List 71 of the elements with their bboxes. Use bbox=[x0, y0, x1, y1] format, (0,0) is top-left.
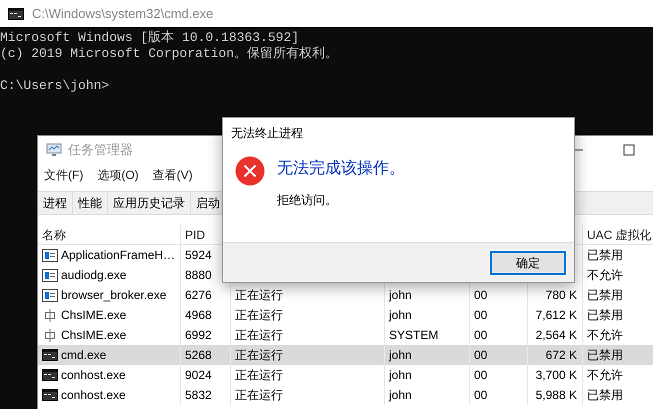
selected-row[interactable]: cmd.exe 5268 正在运行 john 00 672 K 已禁用 bbox=[38, 345, 653, 365]
console-icon bbox=[42, 348, 58, 362]
table-cell: 正在运行 bbox=[231, 305, 385, 325]
process-name: cmd.exe bbox=[61, 347, 106, 364]
window-title: C:\Windows\system32\cmd.exe bbox=[32, 4, 214, 23]
monitor-icon bbox=[46, 142, 62, 156]
error-heading: 无法完成该操作。 bbox=[277, 159, 405, 179]
table-cell: john bbox=[385, 365, 470, 385]
column-header[interactable]: 名称 bbox=[42, 226, 66, 244]
process-name: browser_broker.exe bbox=[61, 287, 166, 304]
column-header[interactable]: PID bbox=[185, 226, 206, 244]
table-cell: 不允许 bbox=[583, 365, 653, 385]
table-cell: 9024 bbox=[181, 365, 231, 385]
table-cell: 00 bbox=[470, 305, 528, 325]
ok-button[interactable]: 确定 bbox=[490, 250, 566, 274]
table-cell: 5832 bbox=[181, 385, 231, 405]
tab[interactable]: 应用历史记录 bbox=[108, 192, 191, 214]
table-cell: 00 bbox=[470, 285, 528, 305]
tab[interactable]: 进程 bbox=[38, 192, 73, 214]
table-cell: 正在运行 bbox=[231, 385, 385, 405]
maximize-icon[interactable] bbox=[623, 144, 635, 156]
process-name: audiodg.exe bbox=[61, 267, 126, 284]
console-line: Microsoft Windows [版本 10.0.18363.592] bbox=[0, 30, 300, 46]
table-cell: 正在运行 bbox=[231, 285, 385, 305]
error-icon bbox=[235, 156, 265, 186]
table-cell: 3,700 K bbox=[528, 365, 583, 385]
table-cell: 5,988 K bbox=[528, 385, 583, 405]
table-cell: 672 K bbox=[528, 345, 583, 365]
process-name: ChsIME.exe bbox=[61, 327, 126, 344]
table-cell: john bbox=[385, 385, 470, 405]
window-icon bbox=[42, 248, 58, 262]
table-cell: 正在运行 bbox=[231, 345, 385, 365]
console-icon bbox=[42, 368, 58, 382]
table-cell: 不允许 bbox=[583, 265, 653, 285]
process-name: conhost.exe bbox=[61, 387, 126, 404]
table-cell: 已禁用 bbox=[583, 305, 653, 325]
dialog-title: 无法终止进程 bbox=[230, 125, 304, 142]
table-cell: john bbox=[385, 345, 470, 365]
table-cell: 已禁用 bbox=[583, 385, 653, 405]
table-cell: 00 bbox=[470, 345, 528, 365]
table-cell: 780 K bbox=[528, 285, 583, 305]
table-cell: 00 bbox=[470, 385, 528, 405]
table-cell: john bbox=[385, 285, 470, 305]
tab[interactable]: 性能 bbox=[73, 192, 108, 214]
window-title: 任务管理器 bbox=[68, 140, 133, 159]
error-message: 拒绝访问。 bbox=[277, 192, 338, 209]
table-cell: 已禁用 bbox=[583, 345, 653, 365]
process-name: ChsIME.exe bbox=[61, 307, 126, 324]
table-cell: 正在运行 bbox=[231, 365, 385, 385]
console-prompt: C:\Users\john> bbox=[0, 78, 110, 94]
table-cell: 5268 bbox=[181, 345, 231, 365]
menu-item[interactable]: 选项(O) bbox=[97, 166, 139, 184]
table-cell: john bbox=[385, 305, 470, 325]
console-icon bbox=[8, 8, 24, 20]
table-cell: 4968 bbox=[181, 305, 231, 325]
menu-item[interactable]: 文件(F) bbox=[44, 166, 84, 184]
table-cell: 6276 bbox=[181, 285, 231, 305]
table-cell: 已禁用 bbox=[583, 285, 653, 305]
console-icon bbox=[42, 388, 58, 402]
menu-item[interactable]: 查看(V) bbox=[152, 166, 193, 184]
process-name: ApplicationFrameH… bbox=[61, 247, 176, 264]
input-method-icon bbox=[42, 308, 58, 322]
process-name: conhost.exe bbox=[61, 367, 126, 384]
table-cell: 7,612 K bbox=[528, 305, 583, 325]
table-cell: 00 bbox=[470, 365, 528, 385]
table-cell: 已禁用 bbox=[583, 245, 653, 265]
window-icon bbox=[42, 268, 58, 282]
window-icon bbox=[42, 288, 58, 302]
input-method-icon bbox=[42, 328, 58, 342]
column-header[interactable]: UAC 虚拟化 bbox=[587, 226, 652, 244]
console-line: (c) 2019 Microsoft Corporation。保留所有权利。 bbox=[0, 46, 340, 62]
